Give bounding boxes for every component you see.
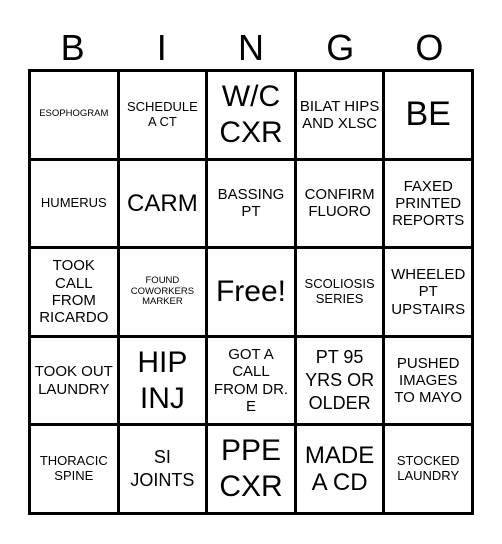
bingo-cell[interactable]: PT 95 YRS OR OLDER: [296, 337, 383, 424]
free-space[interactable]: Free!: [208, 249, 294, 335]
header-letter-o: O: [415, 27, 444, 68]
bingo-cell[interactable]: GOT A CALL FROM DR. E: [208, 337, 294, 424]
bingo-cell[interactable]: SI JOINTS: [119, 426, 206, 512]
bingo-cell[interactable]: PUSHED IMAGES TO MAYO: [385, 337, 471, 424]
bingo-cell[interactable]: BILAT HIPS AND XLSC: [296, 72, 383, 158]
bingo-cell[interactable]: STOCKED LAUNDRY: [385, 426, 471, 512]
bingo-cell[interactable]: W/C CXR: [208, 72, 294, 158]
bingo-cell[interactable]: TOOK OUT LAUNDRY: [31, 337, 117, 424]
bingo-grid: ESOPHOGRAM SCHEDULE A CT W/C CXR BILAT H…: [28, 69, 474, 515]
bingo-cell[interactable]: SCOLIOSIS SERIES: [296, 249, 383, 335]
bingo-header: B I N G O: [28, 26, 474, 70]
bingo-cell[interactable]: THORACIC SPINE: [31, 426, 117, 512]
header-letter-i: I: [156, 27, 167, 68]
header-letter-n: N: [238, 27, 264, 68]
bingo-cell[interactable]: CONFIRM FLUORO: [296, 160, 383, 247]
header-letter-b: B: [60, 27, 85, 68]
bingo-cell[interactable]: TOOK CALL FROM RICARDO: [31, 249, 117, 335]
bingo-cell[interactable]: FOUND COWORKERS MARKER: [119, 249, 206, 335]
bingo-cell[interactable]: HUMERUS: [31, 160, 117, 247]
bingo-cell[interactable]: BE: [385, 72, 471, 158]
bingo-cell[interactable]: ESOPHOGRAM: [31, 72, 117, 158]
bingo-cell[interactable]: BASSING PT: [208, 160, 294, 247]
header-letter-g: G: [326, 27, 355, 68]
bingo-cell[interactable]: PPE CXR: [208, 426, 294, 512]
bingo-cell[interactable]: MADE A CD: [296, 426, 383, 512]
bingo-cell[interactable]: WHEELED PT UPSTAIRS: [385, 249, 471, 335]
bingo-cell[interactable]: HIP INJ: [119, 337, 206, 424]
bingo-cell[interactable]: CARM: [119, 160, 206, 247]
bingo-cell[interactable]: SCHEDULE A CT: [119, 72, 206, 158]
bingo-cell[interactable]: FAXED PRINTED REPORTS: [385, 160, 471, 247]
